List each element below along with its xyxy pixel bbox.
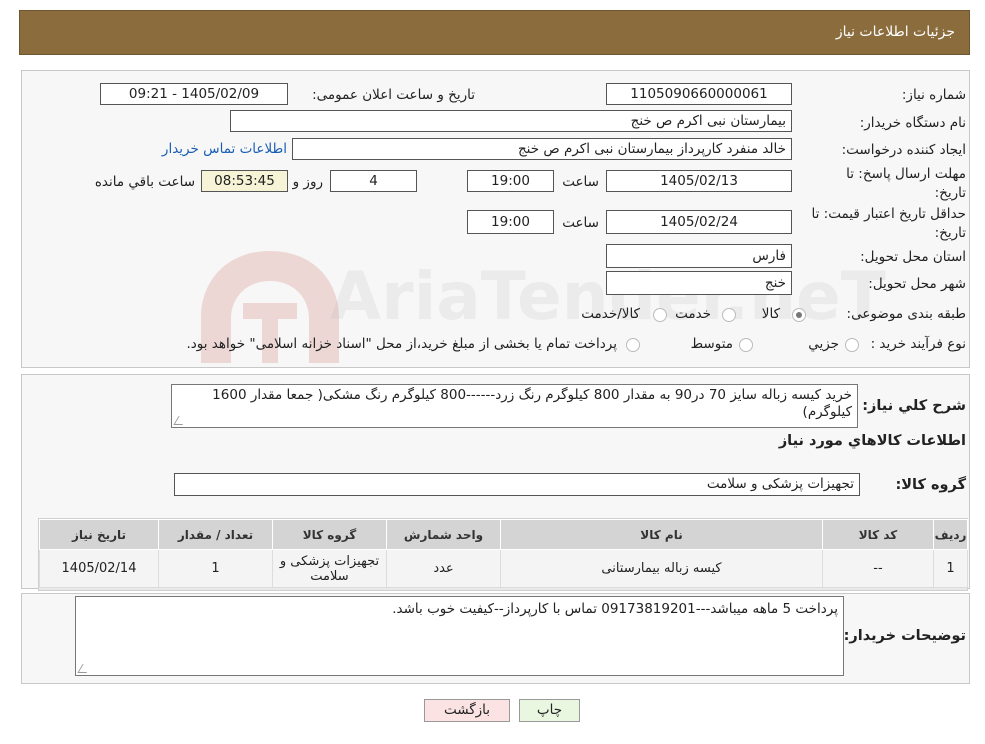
need-number-label: شماره نیاز: [901,87,966,103]
validity-date-field: 1405/02/24 [606,210,792,234]
deadline-label: مهلت ارسال پاسخ: تا [846,166,966,182]
page-header: جزئیات اطلاعات نیاز [19,10,970,55]
watermark-text: AriaTender.neT [330,258,886,335]
category-option-goods: کالا [761,306,780,322]
buyer-notes-label: توضیحات خریدار: [843,628,966,644]
province-field: فارس [606,244,792,268]
page-title: جزئیات اطلاعات نیاز [835,24,955,40]
deadline-label-date: تاریخ: [934,185,966,201]
summary-label: شرح کلي نياز: [862,398,966,414]
process-option-medium: متوسط [690,336,733,352]
province-label: استان محل تحویل: [860,249,966,265]
col-header-row-number: ردیف [933,519,968,550]
process-radio-partial[interactable] [845,338,859,352]
remaining-time-field: 08:53:45 [201,170,288,192]
process-note: پرداخت تمام یا بخشی از مبلغ خرید،از محل … [186,336,617,352]
category-option-service: خدمت [675,306,711,322]
goods-group-label: گروه کالا: [895,477,966,493]
need-number-field: 1105090660000061 [606,83,792,105]
city-field: خنج [606,271,792,295]
cell-row-number: 1 [933,549,968,588]
back-button[interactable]: بازگشت [424,699,510,722]
creator-label: ایجاد کننده درخواست: [841,142,966,158]
cell-group: تجهیزات پزشکی و سلامت [272,549,387,588]
deadline-time-label: ساعت [562,174,599,190]
cell-code: -- [822,549,934,588]
goods-group-field: تجهیزات پزشکی و سلامت [174,473,860,496]
deadline-date-field: 1405/02/13 [606,170,792,192]
print-button[interactable]: چاپ [519,699,580,722]
col-header-need-date: تاریخ نیاز [39,519,159,550]
category-label: طبقه بندی موضوعی: [846,306,966,322]
summary-textarea[interactable]: خرید کیسه زباله سایز 70 در90 به مقدار 80… [171,384,858,428]
table-header-row: ردیف کد کالا نام کالا واحد شمارش گروه کا… [39,519,968,550]
col-header-quantity: تعداد / مقدار [158,519,273,550]
category-radio-goods[interactable] [792,308,806,322]
items-table: ردیف کد کالا نام کالا واحد شمارش گروه کا… [39,519,968,588]
buyer-org-field: بیمارستان نبی اکرم ص خنج [230,110,792,132]
announce-label: تاریخ و ساعت اعلان عمومی: [312,87,475,103]
city-label: شهر محل تحویل: [868,276,966,292]
table-row: 1 -- کیسه زباله بیمارستانی عدد تجهیزات پ… [39,549,968,588]
announce-field: 1405/02/09 - 09:21 [100,83,288,105]
items-table-wrapper: ردیف کد کالا نام کالا واحد شمارش گروه کا… [38,518,968,591]
process-radio-medium[interactable] [739,338,753,352]
process-radio-treasury[interactable] [626,338,640,352]
days-field: 4 [330,170,417,192]
cell-quantity: 1 [158,549,273,588]
creator-field: خالد منفرد کارپرداز بیمارستان نبی اکرم ص… [292,138,792,160]
remaining-label: ساعت باقي مانده [94,174,195,190]
validity-label: حداقل تاریخ اعتبار قیمت: تا [811,206,966,222]
cell-name: کیسه زباله بیمارستانی [500,549,823,588]
validity-time-label: ساعت [562,215,599,231]
buyer-org-label: نام دستگاه خریدار: [859,115,966,131]
col-header-group: گروه کالا [272,519,387,550]
col-header-unit: واحد شمارش [386,519,501,550]
cell-need-date: 1405/02/14 [39,549,159,588]
process-option-partial: جزیي [808,336,839,352]
buyer-notes-textarea[interactable]: پرداخت 5 ماهه میباشد---09173819201 تماس … [75,596,844,676]
category-radio-goods-service[interactable] [653,308,667,322]
goods-section-title: اطلاعات کالاهاي مورد نياز [778,433,966,449]
validity-label-date: تاریخ: [934,225,966,241]
category-option-goods-service: کالا/خدمت [581,306,640,322]
process-label: نوع فرآیند خرید : [870,336,966,352]
validity-time-field: 19:00 [467,210,554,234]
cell-unit: عدد [386,549,501,588]
col-header-code: کد کالا [822,519,934,550]
days-label: روز و [292,174,323,190]
category-radio-service[interactable] [722,308,736,322]
deadline-time-field: 19:00 [467,170,554,192]
buyer-contact-link[interactable]: اطلاعات تماس خریدار [162,141,287,157]
col-header-name: نام کالا [500,519,823,550]
